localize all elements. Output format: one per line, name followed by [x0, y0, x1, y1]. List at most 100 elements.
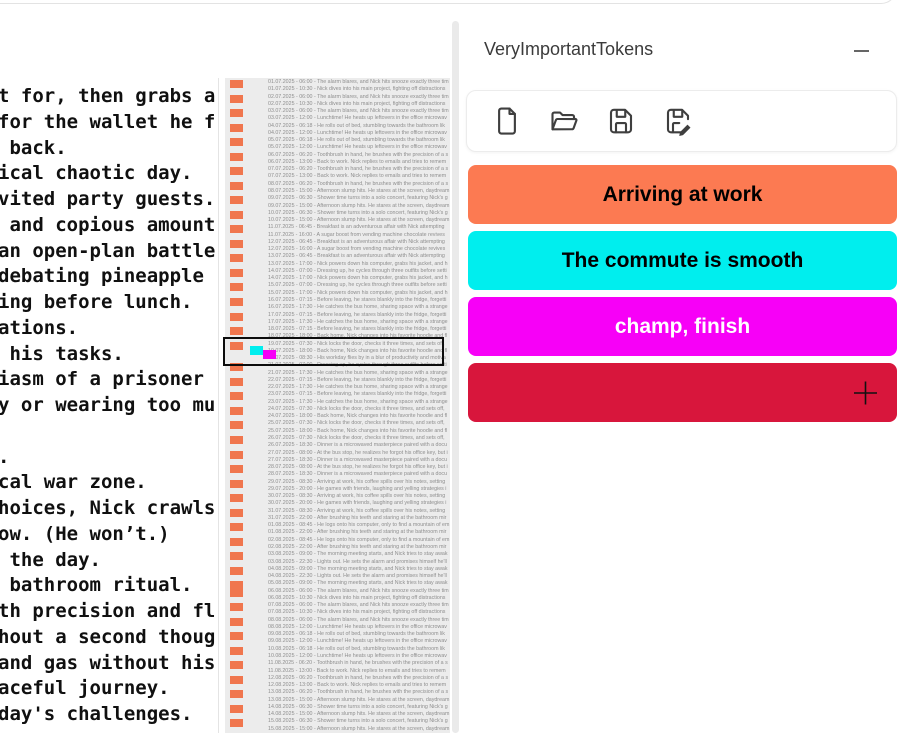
timeline-entry-text: 09.07.2025 - 15:00 - Afternoon slump hit…	[268, 203, 449, 209]
timeline-entry: 24.07.2025 - 07:30 - Nick locks the door…	[225, 406, 450, 413]
token-label: The commute is smooth	[562, 249, 804, 273]
timeline-entry-text: 22.07.2025 - 07:15 - Before leaving, he …	[268, 377, 446, 383]
timeline-entry: 25.07.2025 - 07:30 - Nick locks the door…	[225, 420, 450, 427]
timeline-entry-text: 15.07.2025 - 17:00 - Nick powers down hi…	[268, 290, 448, 296]
timeline-entry: 12.08.2025 - 13:00 - Back to work. Nick …	[225, 682, 450, 689]
timeline-entry: 02.07.2025 - 10:30 - Nick dives into his…	[225, 101, 450, 108]
timeline-entry: 01.08.2025 - 08:45 - He logs onto his co…	[225, 522, 450, 529]
save-as-button[interactable]	[663, 106, 693, 136]
timeline-entry-text: 13.07.2025 - 06:45 - Breakfast is an adv…	[268, 253, 445, 259]
document-line: for the wallet he f	[0, 110, 218, 136]
timeline-entry-text: 16.07.2025 - 17:30 - He catches the bus …	[268, 304, 448, 310]
timeline-entry-text: 07.07.2025 - 06:20 - Toothbrush in hand,…	[268, 166, 448, 172]
document-line: and copious amount	[0, 213, 218, 239]
document-line: ow. (He won’t.)	[0, 522, 218, 548]
save-icon	[606, 106, 636, 136]
document-line	[0, 419, 218, 445]
timeline-entry: 10.08.2025 - 06:18 - He rolls out of bed…	[225, 646, 450, 653]
timeline-entry-text: 14.08.2025 - 06:30 - Shower time turns i…	[268, 704, 448, 710]
timeline-entry-text: 12.07.2025 - 06:45 - Breakfast is an adv…	[268, 239, 445, 245]
panel-title: VeryImportantTokens	[484, 39, 653, 60]
save-button[interactable]	[606, 106, 636, 136]
timeline-entry: 12.07.2025 - 06:45 - Breakfast is an adv…	[225, 239, 450, 246]
timeline-entry: 04.07.2025 - 12:00 - Lunchtime! He heats…	[225, 130, 450, 137]
timeline-entry-text: 10.07.2025 - 15:00 - Afternoon slump hit…	[268, 217, 449, 223]
timeline-entry: 07.07.2025 - 06:20 - Toothbrush in hand,…	[225, 166, 450, 173]
timeline-entry-text: 23.07.2025 - 17:30 - He catches the bus …	[268, 399, 448, 405]
minimize-button[interactable]	[849, 40, 873, 62]
timeline-entry-text: 09.08.2025 - 12:00 - Lunchtime! He heats…	[268, 638, 447, 644]
timeline-canvas[interactable]: 01.07.2025 - 06:00 - The alarm blares, a…	[225, 78, 450, 733]
timeline-entry-text: 03.07.2025 - 06:00 - The alarm blares, a…	[268, 108, 449, 114]
document-line: t for, then grabs a	[0, 84, 218, 110]
timeline-entry: 16.07.2025 - 17:30 - He catches the bus …	[225, 304, 450, 311]
timeline-entry: 07.08.2025 - 06:00 - The alarm blares, a…	[225, 602, 450, 609]
timeline-entry-text: 02.07.2025 - 10:30 - Nick dives into his…	[268, 101, 445, 107]
timeline-entry: 14.07.2025 - 17:00 - Nick powers down hi…	[225, 275, 450, 282]
app-window: t for, then grabs afor the wallet he f b…	[0, 0, 906, 733]
timeline-entry: 03.08.2025 - 22:30 - Lights out. He sets…	[225, 559, 450, 566]
timeline-entry-text: 06.07.2025 - 13:00 - Back to work. Nick …	[268, 159, 446, 165]
document-line: cal war zone.	[0, 470, 218, 496]
timeline-entry-text: 15.08.2025 - 06:30 - Shower time turns i…	[268, 718, 448, 724]
timeline-entry-text: 26.07.2025 - 18:30 - Dinner is a microwa…	[268, 442, 447, 448]
timeline-entry: 06.07.2025 - 13:00 - Back to work. Nick …	[225, 159, 450, 166]
timeline-entry: 05.07.2025 - 12:00 - Lunchtime! He heats…	[225, 144, 450, 151]
timeline-entry-text: 01.07.2025 - 06:00 - The alarm blares, a…	[268, 79, 449, 85]
timeline-entry: 27.07.2025 - 08:00 - At the bus stop, he…	[225, 450, 450, 457]
timeline-entry-text: 24.07.2025 - 07:30 - Nick locks the door…	[268, 406, 445, 412]
timeline-entry: 15.08.2025 - 15:00 - Afternoon slump hit…	[225, 726, 450, 733]
timeline-scrollbar[interactable]	[452, 21, 459, 733]
timeline-entry-text: 11.07.2025 - 06:45 - Breakfast is an adv…	[268, 224, 444, 230]
timeline-entry: 30.07.2025 - 08:30 - Arriving at work, h…	[225, 493, 450, 500]
timeline-entry-text: 02.07.2025 - 06:00 - The alarm blares, a…	[268, 94, 449, 100]
story-document[interactable]: t for, then grabs afor the wallet he f b…	[0, 78, 219, 733]
timeline-entry-text: 26.07.2025 - 07:30 - Nick locks the door…	[268, 435, 445, 441]
timeline-entry-text: 02.08.2025 - 08:45 - He logs onto his co…	[268, 537, 449, 543]
timeline-entry: 01.07.2025 - 10:30 - Nick dives into his…	[225, 86, 450, 93]
new-file-button[interactable]	[492, 106, 522, 136]
timeline-entry: 10.07.2025 - 06:30 - Shower time turns i…	[225, 210, 450, 217]
timeline-entry-text: 08.07.2025 - 15:00 - Afternoon slump hit…	[268, 188, 449, 194]
document-line: hoices, Nick crawls	[0, 496, 218, 522]
timeline-entry-text: 17.07.2025 - 17:30 - He catches the bus …	[268, 319, 448, 325]
timeline-entry-text: 15.08.2025 - 15:00 - Afternoon slump hit…	[268, 726, 449, 732]
token-button-champ-finish[interactable]: champ, finish	[468, 297, 897, 356]
timeline-entry: 04.08.2025 - 09:00 - The morning meeting…	[225, 566, 450, 573]
timeline-entry: 29.07.2025 - 08:30 - Arriving at work, h…	[225, 479, 450, 486]
timeline-entry-text: 06.08.2025 - 06:00 - The alarm blares, a…	[268, 588, 449, 594]
timeline-entry: 11.08.2025 - 13:00 - Back to work. Nick …	[225, 668, 450, 675]
timeline-entry: 09.07.2025 - 15:00 - Afternoon slump hit…	[225, 203, 450, 210]
timeline-entry-text: 01.08.2025 - 22:00 - After brushing his …	[268, 529, 446, 535]
document-line: back.	[0, 136, 218, 162]
add-token-button[interactable]	[468, 363, 897, 422]
timeline-entry: 11.07.2025 - 16:00 - A sugar boost from …	[225, 232, 450, 239]
document-line: debating pineapple	[0, 264, 218, 290]
timeline-entry: 03.08.2025 - 09:00 - The morning meeting…	[225, 551, 450, 558]
timeline-entry-text: 05.08.2025 - 09:00 - The morning meeting…	[268, 580, 448, 586]
timeline-entry: 18.07.2025 - 07:15 - Before leaving, he …	[225, 326, 450, 333]
token-button-commute-smooth[interactable]: The commute is smooth	[468, 231, 897, 290]
timeline-entry-text: 07.08.2025 - 10:30 - Nick dives into his…	[268, 609, 445, 615]
timeline-entry: 09.08.2025 - 12:00 - Lunchtime! He heats…	[225, 638, 450, 645]
timeline-entry: 30.07.2025 - 20:00 - He games with frien…	[225, 500, 450, 507]
timeline-entry-text: 30.07.2025 - 20:00 - He games with frien…	[268, 500, 446, 506]
timeline-entry: 08.08.2025 - 12:00 - Lunchtime! He heats…	[225, 624, 450, 631]
timeline-entry-text: 10.08.2025 - 12:00 - Lunchtime! He heats…	[268, 653, 447, 659]
timeline-entry: 10.07.2025 - 15:00 - Afternoon slump hit…	[225, 217, 450, 224]
timeline-entry-text: 01.08.2025 - 08:45 - He logs onto his co…	[268, 522, 449, 528]
timeline-entry-text: 10.07.2025 - 06:30 - Shower time turns i…	[268, 210, 448, 216]
timeline-entry-text: 14.07.2025 - 07:00 - Dressing up, he cyc…	[268, 268, 447, 274]
timeline-entry-text: 17.07.2025 - 07:15 - Before leaving, he …	[268, 312, 446, 318]
token-button-arriving-at-work[interactable]: Arriving at work	[468, 165, 897, 224]
timeline-entry-text: 13.07.2025 - 17:00 - Nick powers down hi…	[268, 261, 448, 267]
timeline-entry-text: 30.07.2025 - 08:30 - Arriving at work, h…	[268, 493, 445, 499]
open-folder-button[interactable]	[549, 106, 579, 136]
timeline-entry-text: 21.07.2025 - 17:30 - He catches the bus …	[268, 370, 448, 376]
timeline-entry: 08.07.2025 - 15:00 - Afternoon slump hit…	[225, 188, 450, 195]
document-line: th precision and fl	[0, 599, 218, 625]
new-file-icon	[492, 106, 522, 136]
window-top-edge	[0, 0, 897, 4]
timeline-entry-text: 07.08.2025 - 06:00 - The alarm blares, a…	[268, 602, 449, 608]
timeline-entry: 01.08.2025 - 22:00 - After brushing his …	[225, 529, 450, 536]
